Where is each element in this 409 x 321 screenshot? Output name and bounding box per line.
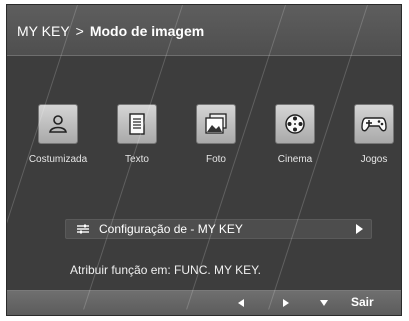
left-arrow-button[interactable]	[238, 299, 244, 307]
mode-texto[interactable]: Texto	[98, 104, 176, 165]
mode-tile[interactable]	[275, 104, 315, 144]
film-reel-icon	[285, 114, 305, 134]
picture-mode-list: Costumizada Texto Foto Cinema Jogos	[7, 104, 401, 184]
header-bar: MY KEY > Modo de imagem	[7, 5, 401, 56]
settings-sliders-icon	[77, 224, 89, 234]
config-label: Configuração de - MY KEY	[99, 222, 243, 236]
mode-tile[interactable]	[117, 104, 157, 144]
mode-label: Texto	[125, 154, 149, 165]
down-arrow-button[interactable]	[320, 300, 328, 306]
mode-tile[interactable]	[196, 104, 236, 144]
mode-jogos[interactable]: Jogos	[335, 104, 401, 165]
breadcrumb-separator: >	[75, 23, 84, 39]
mode-label: Costumizada	[28, 154, 88, 165]
mode-cinema[interactable]: Cinema	[256, 104, 334, 165]
exit-button[interactable]: Sair	[351, 295, 374, 309]
mode-tile[interactable]	[354, 104, 394, 144]
mode-label: Cinema	[277, 154, 313, 165]
gamepad-icon	[361, 117, 387, 132]
mode-label: Jogos	[360, 154, 388, 165]
footer-bar: Sair	[7, 290, 401, 315]
right-arrow-button[interactable]	[283, 299, 289, 307]
person-icon	[49, 115, 67, 133]
chevron-right-icon	[356, 224, 363, 234]
page-title: Modo de imagem	[89, 23, 205, 39]
osd-window: MY KEY > Modo de imagem Costumizada Text…	[6, 4, 402, 316]
mode-costumizada[interactable]: Costumizada	[19, 104, 97, 165]
mode-tile[interactable]	[38, 104, 78, 144]
breadcrumb-root: MY KEY	[17, 23, 70, 39]
photo-icon	[205, 113, 227, 134]
mode-label: Foto	[205, 154, 226, 165]
hint-text: Atribuir função em: FUNC. MY KEY.	[70, 263, 261, 277]
